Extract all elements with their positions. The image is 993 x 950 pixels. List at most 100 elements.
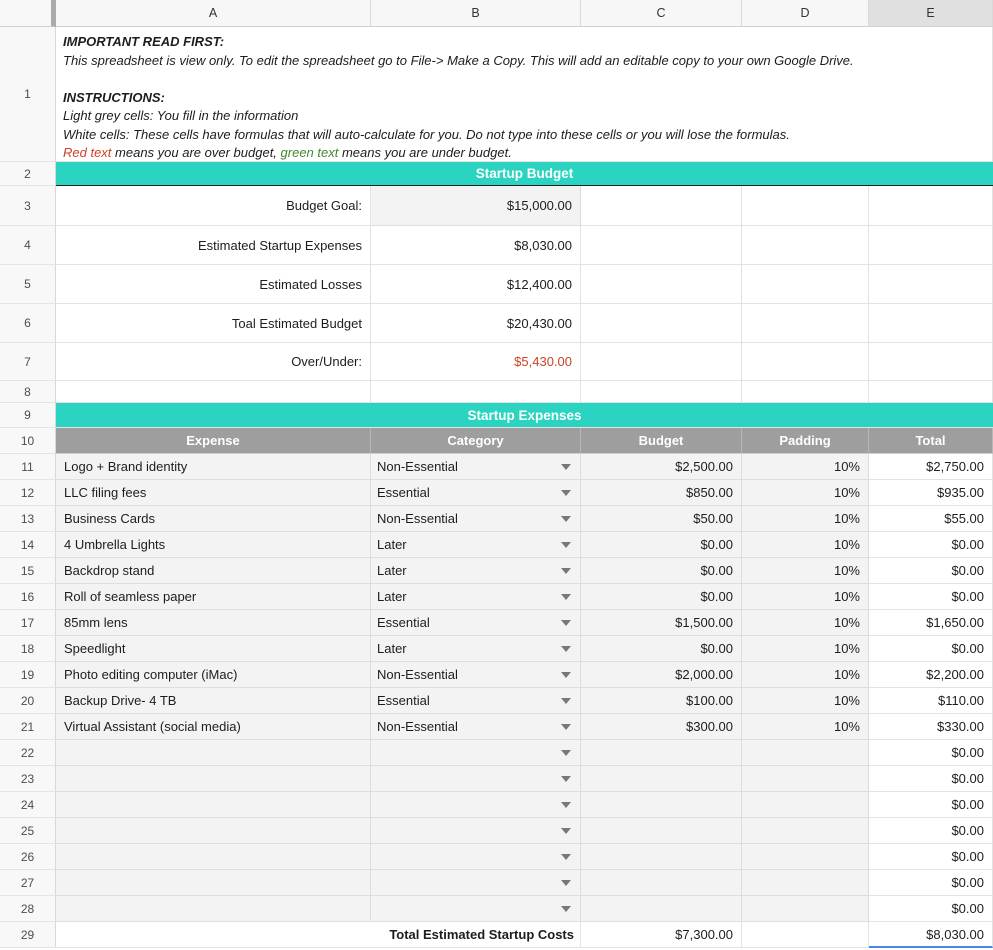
dropdown-arrow-icon[interactable] — [561, 672, 571, 678]
row-header-25[interactable]: 25 — [0, 818, 56, 844]
cell-E8[interactable] — [869, 381, 993, 403]
dropdown-arrow-icon[interactable] — [561, 490, 571, 496]
cell-B13-category[interactable]: Non-Essential — [371, 506, 581, 532]
cell-D19-padding[interactable]: 10% — [742, 662, 869, 688]
cell-D29[interactable] — [742, 922, 869, 948]
cell-C19-budget[interactable]: $2,000.00 — [581, 662, 742, 688]
cell-A22-expense[interactable] — [56, 740, 371, 766]
cell-D14-padding[interactable]: 10% — [742, 532, 869, 558]
row-header-1[interactable]: 1 — [0, 27, 56, 162]
cell-D24-padding[interactable] — [742, 792, 869, 818]
dropdown-arrow-icon[interactable] — [561, 698, 571, 704]
cell-E21-total[interactable]: $330.00 — [869, 714, 993, 740]
row-header-17[interactable]: 17 — [0, 610, 56, 636]
cell-B28-category[interactable] — [371, 896, 581, 922]
cell-D5[interactable] — [742, 265, 869, 304]
row-header-19[interactable]: 19 — [0, 662, 56, 688]
dropdown-arrow-icon[interactable] — [561, 828, 571, 834]
row-header-5[interactable]: 5 — [0, 265, 56, 304]
cell-A14-expense[interactable]: 4 Umbrella Lights — [56, 532, 371, 558]
cell-B20-category[interactable]: Essential — [371, 688, 581, 714]
row-header-10[interactable]: 10 — [0, 428, 56, 454]
cell-A24-expense[interactable] — [56, 792, 371, 818]
dropdown-arrow-icon[interactable] — [561, 516, 571, 522]
row-header-20[interactable]: 20 — [0, 688, 56, 714]
cell-D28-padding[interactable] — [742, 896, 869, 922]
row-header-8[interactable]: 8 — [0, 381, 56, 403]
row-header-22[interactable]: 22 — [0, 740, 56, 766]
cell-B22-category[interactable] — [371, 740, 581, 766]
cell-D7[interactable] — [742, 343, 869, 381]
row-header-3[interactable]: 3 — [0, 186, 56, 226]
expenses-header-padding[interactable]: Padding — [742, 428, 869, 454]
cell-D8[interactable] — [742, 381, 869, 403]
row-header-23[interactable]: 23 — [0, 766, 56, 792]
row-header-24[interactable]: 24 — [0, 792, 56, 818]
cell-A27-expense[interactable] — [56, 870, 371, 896]
cell-E3[interactable] — [869, 186, 993, 226]
cell-C21-budget[interactable]: $300.00 — [581, 714, 742, 740]
cell-B18-category[interactable]: Later — [371, 636, 581, 662]
cell-C26-budget[interactable] — [581, 844, 742, 870]
cell-C18-budget[interactable]: $0.00 — [581, 636, 742, 662]
cell-E29-grand-total[interactable]: $8,030.00 — [869, 922, 993, 948]
startup-budget-banner[interactable]: Startup Budget — [56, 162, 993, 186]
cell-A7-label[interactable]: Over/Under: — [56, 343, 371, 381]
cell-C14-budget[interactable]: $0.00 — [581, 532, 742, 558]
cell-C4[interactable] — [581, 226, 742, 265]
cell-D15-padding[interactable]: 10% — [742, 558, 869, 584]
dropdown-arrow-icon[interactable] — [561, 750, 571, 756]
dropdown-arrow-icon[interactable] — [561, 568, 571, 574]
cell-E16-total[interactable]: $0.00 — [869, 584, 993, 610]
cell-B3-value[interactable]: $15,000.00 — [371, 186, 581, 226]
cell-D3[interactable] — [742, 186, 869, 226]
cell-B4-value[interactable]: $8,030.00 — [371, 226, 581, 265]
cell-A19-expense[interactable]: Photo editing computer (iMac) — [56, 662, 371, 688]
cell-C6[interactable] — [581, 304, 742, 343]
cell-A5-label[interactable]: Estimated Losses — [56, 265, 371, 304]
cell-C7[interactable] — [581, 343, 742, 381]
column-header-c[interactable]: C — [581, 0, 742, 27]
cell-B7-value[interactable]: $5,430.00 — [371, 343, 581, 381]
cell-D4[interactable] — [742, 226, 869, 265]
dropdown-arrow-icon[interactable] — [561, 542, 571, 548]
cell-A20-expense[interactable]: Backup Drive- 4 TB — [56, 688, 371, 714]
column-header-d[interactable]: D — [742, 0, 869, 27]
cell-B17-category[interactable]: Essential — [371, 610, 581, 636]
column-header-b[interactable]: B — [371, 0, 581, 27]
cell-E22-total[interactable]: $0.00 — [869, 740, 993, 766]
cell-A12-expense[interactable]: LLC filing fees — [56, 480, 371, 506]
cell-A13-expense[interactable]: Business Cards — [56, 506, 371, 532]
cell-A4-label[interactable]: Estimated Startup Expenses — [56, 226, 371, 265]
cell-B24-category[interactable] — [371, 792, 581, 818]
cell-D22-padding[interactable] — [742, 740, 869, 766]
row-header-14[interactable]: 14 — [0, 532, 56, 558]
startup-expenses-banner[interactable]: Startup Expenses — [56, 403, 993, 428]
row-header-21[interactable]: 21 — [0, 714, 56, 740]
cell-A8[interactable] — [56, 381, 371, 403]
cell-C20-budget[interactable]: $100.00 — [581, 688, 742, 714]
cell-E5[interactable] — [869, 265, 993, 304]
select-all-corner[interactable] — [0, 0, 56, 27]
expenses-header-expense[interactable]: Expense — [56, 428, 371, 454]
cell-E28-total[interactable]: $0.00 — [869, 896, 993, 922]
cell-A16-expense[interactable]: Roll of seamless paper — [56, 584, 371, 610]
row-header-9[interactable]: 9 — [0, 403, 56, 428]
row-header-15[interactable]: 15 — [0, 558, 56, 584]
row-header-4[interactable]: 4 — [0, 226, 56, 265]
cell-A6-label[interactable]: Toal Estimated Budget — [56, 304, 371, 343]
cell-E14-total[interactable]: $0.00 — [869, 532, 993, 558]
row-header-12[interactable]: 12 — [0, 480, 56, 506]
expenses-header-total[interactable]: Total — [869, 428, 993, 454]
cell-B6-value[interactable]: $20,430.00 — [371, 304, 581, 343]
cell-C3[interactable] — [581, 186, 742, 226]
cell-C23-budget[interactable] — [581, 766, 742, 792]
cell-B26-category[interactable] — [371, 844, 581, 870]
cell-C8[interactable] — [581, 381, 742, 403]
cell-C16-budget[interactable]: $0.00 — [581, 584, 742, 610]
cell-B8[interactable] — [371, 381, 581, 403]
row-header-13[interactable]: 13 — [0, 506, 56, 532]
cell-C5[interactable] — [581, 265, 742, 304]
dropdown-arrow-icon[interactable] — [561, 776, 571, 782]
cell-E15-total[interactable]: $0.00 — [869, 558, 993, 584]
